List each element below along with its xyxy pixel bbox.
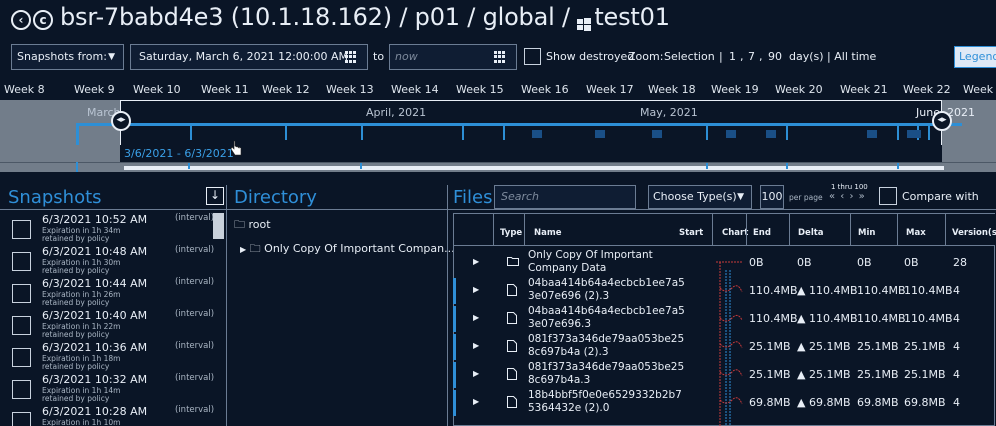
file-min: 25.1MB xyxy=(857,340,899,353)
file-max: 69.8MB xyxy=(904,396,946,409)
file-max: 25.1MB xyxy=(904,368,946,381)
file-min: 110.4MB xyxy=(857,284,906,297)
file-icon xyxy=(507,340,517,355)
sparkline-trace xyxy=(719,341,743,349)
file-delta: ▲ 110.4MB xyxy=(797,312,858,325)
file-name-line2: 3e07e696 (2).3 xyxy=(528,290,610,302)
row-accent-bar xyxy=(453,334,456,360)
file-end: 0B xyxy=(749,256,764,269)
file-icon xyxy=(507,368,517,383)
file-name-line1: 04baa414b64a4ecbcb1ee7a5 xyxy=(528,277,685,289)
row-accent-bar xyxy=(453,278,456,304)
file-end: 69.8MB xyxy=(749,396,791,409)
expand-triangle-icon[interactable]: ▶ xyxy=(473,313,479,322)
file-name-line1: 04baa414b64a4ecbcb1ee7a5 xyxy=(528,305,685,317)
file-versions: 4 xyxy=(953,340,960,353)
file-versions: 4 xyxy=(953,368,960,381)
file-name-line1: 081f373a346de79aa053be25 xyxy=(528,361,685,373)
file-name-line1: 18b4bbf5f0e0e6529332b2b7 xyxy=(528,389,682,401)
sparkline-trace xyxy=(719,397,743,405)
files-table-body: ▶ Only Copy Of Important Company Data 0B 0B 0… xyxy=(0,0,996,426)
file-max: 0B xyxy=(904,256,919,269)
file-min: 69.8MB xyxy=(857,396,899,409)
file-icon xyxy=(507,284,517,299)
file-name-line2: 5364432e (2).0 xyxy=(528,402,610,414)
file-end: 25.1MB xyxy=(749,368,791,381)
row-accent-bar xyxy=(453,362,456,388)
file-max: 110.4MB xyxy=(904,284,953,297)
expand-triangle-icon[interactable]: ▶ xyxy=(473,341,479,350)
file-versions: 4 xyxy=(953,284,960,297)
expand-triangle-icon[interactable]: ▶ xyxy=(473,285,479,294)
file-versions: 28 xyxy=(953,256,967,269)
file-delta: ▲ 110.4MB xyxy=(797,284,858,297)
file-end: 25.1MB xyxy=(749,340,791,353)
file-min: 110.4MB xyxy=(857,312,906,325)
file-name-line1: Only Copy Of Important xyxy=(528,249,653,261)
sparkline-trace xyxy=(719,285,743,293)
sparkline-trace xyxy=(719,314,743,322)
file-versions: 4 xyxy=(953,396,960,409)
file-name-line2: 3e07e696.3 xyxy=(528,318,592,330)
file-name-line1: 081f373a346de79aa053be25 xyxy=(528,333,685,345)
folder-icon xyxy=(507,256,519,269)
file-min: 25.1MB xyxy=(857,368,899,381)
file-icon xyxy=(507,312,517,327)
file-delta: 0B xyxy=(797,256,812,269)
row-accent-bar xyxy=(453,390,456,416)
file-end: 110.4MB xyxy=(749,312,798,325)
file-delta: ▲ 25.1MB xyxy=(797,368,851,381)
file-name-line2: 8c697b4a (2).3 xyxy=(528,346,609,358)
file-min: 0B xyxy=(857,256,872,269)
chart-sparkline xyxy=(716,261,743,426)
expand-triangle-icon[interactable]: ▶ xyxy=(473,369,479,378)
file-name-line2: 8c697b4a.3 xyxy=(528,374,591,386)
row-accent-bar xyxy=(453,306,456,332)
file-versions: 4 xyxy=(953,312,960,325)
file-delta: ▲ 69.8MB xyxy=(797,396,851,409)
file-max: 110.4MB xyxy=(904,312,953,325)
file-name-line2: Company Data xyxy=(528,262,607,274)
expand-triangle-icon[interactable]: ▶ xyxy=(473,397,479,406)
file-icon xyxy=(507,396,517,411)
file-max: 25.1MB xyxy=(904,340,946,353)
file-end: 110.4MB xyxy=(749,284,798,297)
expand-triangle-icon[interactable]: ▶ xyxy=(473,257,479,266)
sparkline-trace xyxy=(719,369,743,377)
file-delta: ▲ 25.1MB xyxy=(797,340,851,353)
